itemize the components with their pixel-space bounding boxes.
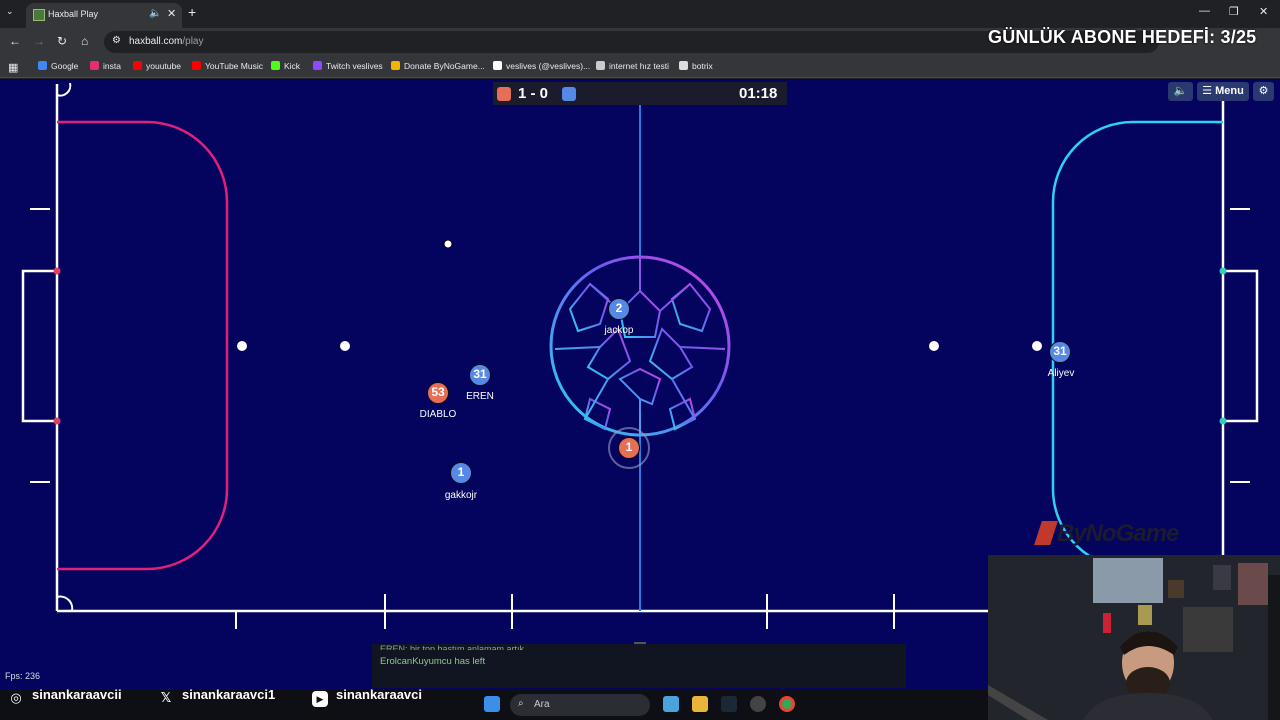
bookmark-item[interactable]: veslives (@veslives)... [493,61,590,71]
x-icon: 𝕏 [160,690,172,705]
bookmark-favicon-icon [271,61,280,70]
windows-start-icon[interactable] [484,696,500,712]
chat-panel[interactable]: EREN: bir top bastım anlamam artık Erolc… [372,642,906,688]
scoreboard: 1 - 0 01:18 [493,82,787,105]
new-tab-plus-icon[interactable]: + [188,4,196,20]
bookmark-favicon-icon [596,61,605,70]
bookmark-favicon-icon [679,61,688,70]
haxball-favicon-icon [33,9,45,21]
bookmark-label: botrix [692,61,713,71]
bookmark-item[interactable]: Kick [271,61,300,71]
steam-icon[interactable] [721,696,737,712]
player-name: jackop [604,325,634,336]
instagram-handle: sinankaraavcii [32,687,122,702]
right-goal [1223,269,1259,423]
url-path: /play [182,36,204,47]
search-icon: ⌕ [518,698,524,709]
taskbar-search[interactable]: ⌕ Ara [510,694,650,716]
back-arrow-icon[interactable]: ← [9,34,21,48]
right-penalty-area [1051,120,1223,571]
bookmark-item[interactable]: youutube [133,61,181,71]
subscriber-goal-overlay: GÜNLÜK ABONE HEDEFİ: 3/25 [988,27,1257,47]
home-icon[interactable]: ⌂ [81,34,88,48]
left-penalty-area [57,120,229,571]
speaker-icon[interactable]: 🔈 [1168,82,1193,101]
bookmark-favicon-icon [493,61,502,70]
speaker-icon[interactable]: 🔈 [149,8,161,19]
close-window-icon[interactable]: ✕ [1259,5,1268,18]
bookmark-item[interactable]: internet hız testi [596,61,669,71]
close-tab-icon[interactable]: ✕ [167,7,176,20]
bookmark-label: youutube [146,61,181,71]
player-disc: 31 [469,364,491,386]
chrome-icon[interactable] [779,696,795,712]
player-name: Aliyev [1047,368,1075,379]
gear-icon[interactable]: ⚙ [1253,82,1274,101]
player-name: EREN [466,391,494,402]
bookmark-label: Twitch veslives [326,61,383,71]
player-disc: 2 [608,298,630,320]
bookmark-label: insta [103,61,121,71]
player-name: gakkojr [444,490,478,501]
bookmark-label: internet hız testi [609,61,670,71]
fps-counter: Fps: 236 [5,671,41,681]
minimize-icon[interactable]: — [1199,5,1210,17]
youtube-handle: sinankaraavci [336,687,423,702]
left-goal [21,269,57,423]
bookmark-item[interactable]: YouTube Music [192,61,263,71]
bookmark-label: Google [51,61,79,71]
bynogame-watermark: ByNoGame [1034,520,1179,548]
x-handle: sinankaraavci1 [182,687,276,702]
bookmark-favicon-icon [391,61,400,70]
file-explorer-icon[interactable] [692,696,708,712]
chat-message: EREN: bir top bastım anlamam artık [380,644,525,650]
webcam-overlay [988,555,1280,720]
score: 1 - 0 [518,85,549,102]
bookmark-item[interactable]: insta [90,61,121,71]
bookmark-favicon-icon [133,61,142,70]
player-name: DIABLO [419,409,457,420]
bookmark-favicon-icon [38,61,47,70]
maximize-icon[interactable]: ❐ [1229,5,1239,18]
bookmark-item[interactable]: Google [38,61,78,71]
game-ball [443,239,453,249]
bookmark-favicon-icon [90,61,99,70]
player-disc: 53 [427,382,449,404]
photos-app-icon[interactable] [663,696,679,712]
windows-taskbar: ⌕ Ara [480,691,810,719]
blue-team-color [562,87,576,101]
bookmark-favicon-icon [192,61,201,70]
bookmark-item[interactable]: botrix [679,61,713,71]
url-host: haxball.com [129,36,183,47]
bookmark-label: Kick [284,61,301,71]
chat-message: ErolcanKuyumcu has left [380,656,486,667]
tab-title: Haxball Play [48,9,99,19]
forward-arrow-icon[interactable]: → [33,34,45,48]
site-info-icon[interactable]: ⚙ [112,35,121,46]
chat-resize-handle[interactable] [634,642,646,644]
instagram-icon: ◎ [10,690,22,705]
match-timer: 01:18 [739,85,778,102]
bookmark-label: Donate ByNoGame... [404,61,485,71]
bookmark-item[interactable]: Twitch veslives [313,61,383,71]
obs-icon[interactable] [750,696,766,712]
apps-grid-icon[interactable]: ▦ [8,61,18,74]
menu-button[interactable]: ☰ Menu [1197,82,1249,101]
bookmarks-bar: ▦ Google insta youutube YouTube Music Kick Tw… [0,56,1280,78]
bookmark-label: YouTube Music [205,61,263,71]
tab-search-chevron-icon[interactable]: ⌄ [6,6,14,17]
bookmark-favicon-icon [313,61,322,70]
bookmark-label: veslives (@veslives)... [506,61,591,71]
tab-strip: ⌄ Haxball Play 🔈 ✕ + — ❐ ✕ [0,0,1280,28]
player-disc: 1 [450,462,472,484]
player-disc: 31 [1049,341,1071,363]
reload-icon[interactable]: ↻ [57,34,67,48]
own-player-disc: 1 [618,437,640,459]
red-team-color [497,87,511,101]
tab-haxball-play[interactable]: Haxball Play 🔈 ✕ [26,3,182,28]
search-placeholder: Ara [534,699,550,710]
bookmark-item[interactable]: Donate ByNoGame... [391,61,485,71]
youtube-icon: ▶ [312,691,328,707]
